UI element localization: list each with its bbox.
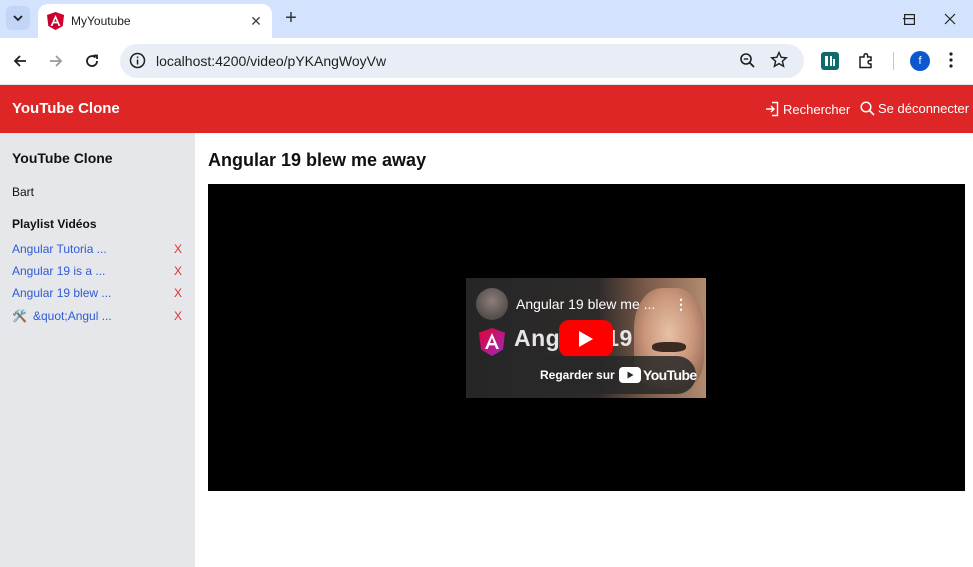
extensions-puzzle-icon[interactable]: [857, 52, 875, 75]
search-link[interactable]: Rechercher: [765, 101, 850, 117]
embed-video-title[interactable]: Angular 19 blew me ...: [516, 296, 655, 312]
logout-link[interactable]: Se déconnecter: [860, 101, 969, 116]
playlist-item: Angular 19 blew ... X: [12, 286, 184, 302]
playlist-item-label: &quot;Angul ...: [33, 309, 112, 323]
login-icon: [766, 101, 779, 117]
playlist-item-delete-button[interactable]: X: [174, 309, 182, 323]
playlist-item-link[interactable]: 🛠️ &quot;Angul ...: [12, 309, 112, 323]
bookmark-star-icon[interactable]: [770, 50, 788, 74]
playlist-item: Angular Tutoria ... X: [12, 242, 184, 258]
new-tab-button[interactable]: +: [280, 7, 302, 29]
search-link-label: Rechercher: [783, 101, 851, 117]
maximize-button[interactable]: [886, 0, 932, 38]
playlist-item-link[interactable]: Angular Tutoria ...: [12, 242, 107, 256]
playlist-heading: Playlist Vidéos: [12, 217, 97, 231]
close-tab-icon[interactable]: ✕: [246, 11, 266, 31]
playlist-item-delete-button[interactable]: X: [174, 286, 182, 300]
more-options-icon[interactable]: ⋮: [674, 296, 688, 313]
playlist-item: 🛠️ &quot;Angul ... X: [12, 309, 184, 325]
chevron-down-icon: [13, 15, 23, 21]
playlist-item-link[interactable]: Angular 19 is a ...: [12, 264, 105, 278]
video-title: Angular 19 blew me away: [208, 150, 427, 170]
search-icon: [860, 101, 875, 116]
video-thumbnail[interactable]: Angular 19 blew me ... ⋮ Ang 19 Regarder …: [466, 278, 706, 398]
tab-title: MyYoutube: [71, 14, 131, 28]
back-button[interactable]: [8, 49, 32, 73]
profile-avatar[interactable]: f: [910, 51, 930, 71]
youtube-logo-icon: YouTube: [619, 367, 697, 383]
watch-on-youtube-button[interactable]: Regarder sur YouTube: [530, 356, 697, 394]
app-header: YouTube Clone Rechercher Se déconnecter: [0, 85, 973, 133]
logout-link-label: Se déconnecter: [878, 101, 970, 116]
forward-button[interactable]: [44, 49, 68, 73]
tab-search-button[interactable]: [6, 6, 30, 30]
extension-app-icon[interactable]: [821, 52, 839, 75]
playlist-item-delete-button[interactable]: X: [174, 242, 182, 256]
sidebar-username: Bart: [12, 185, 35, 199]
playlist-item: Angular 19 is a ... X: [12, 264, 184, 280]
sidebar: YouTube Clone Bart Playlist Vidéos Angul…: [0, 133, 195, 567]
angular-logo-icon: [479, 328, 505, 361]
playlist-item-link[interactable]: Angular 19 blew ...: [12, 286, 111, 300]
youtube-wordmark: YouTube: [643, 367, 697, 383]
arrow-left-icon: [13, 55, 26, 67]
browser-tabbar: MyYoutube ✕ +: [0, 0, 973, 38]
app-brand[interactable]: YouTube Clone: [12, 100, 120, 117]
toolbar-divider: [893, 52, 894, 70]
browser-tab[interactable]: MyYoutube ✕: [38, 4, 272, 38]
playlist-item-delete-button[interactable]: X: [174, 264, 182, 278]
watch-on-label: Regarder sur: [540, 368, 615, 382]
video-player[interactable]: Angular 19 blew me ... ⋮ Ang 19 Regarder …: [208, 184, 965, 491]
reload-button[interactable]: [80, 49, 104, 73]
site-info-icon[interactable]: [129, 52, 146, 74]
address-bar[interactable]: localhost:4200/video/pYKAngWoyVw: [120, 44, 804, 78]
reload-icon: [86, 54, 98, 67]
close-icon: [944, 13, 956, 25]
arrow-right-icon: [50, 55, 63, 67]
presenter-mustache: [652, 342, 686, 352]
play-icon: [579, 330, 593, 347]
channel-avatar[interactable]: [476, 288, 508, 320]
url-text: localhost:4200/video/pYKAngWoyVw: [156, 53, 387, 69]
browser-menu-icon[interactable]: [949, 52, 953, 73]
sidebar-title: YouTube Clone: [12, 150, 113, 166]
tools-emoji-icon: 🛠️: [12, 309, 27, 323]
maximize-icon: [903, 13, 915, 25]
close-window-button[interactable]: [927, 0, 973, 38]
browser-toolbar: localhost:4200/video/pYKAngWoyVw f: [0, 38, 973, 85]
play-button[interactable]: [559, 320, 613, 357]
angular-favicon-icon: [47, 12, 64, 35]
zoom-icon[interactable]: [739, 52, 756, 74]
